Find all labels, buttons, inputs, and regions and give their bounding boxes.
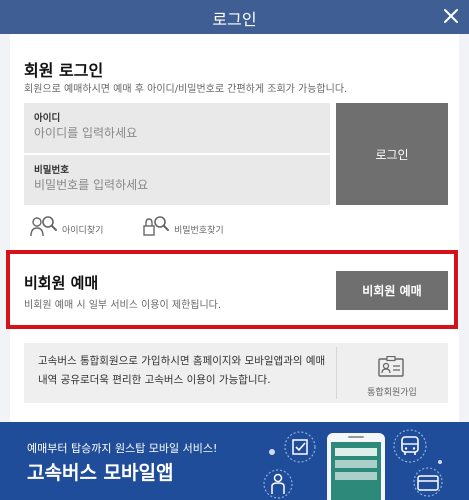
password-field-label: 비밀번호 — [34, 165, 69, 176]
guest-booking-description: 비회원 예매 시 일부 서비스 이용이 제한됩니다. — [24, 300, 222, 311]
id-field[interactable]: 아이디 — [24, 103, 330, 153]
id-card-icon — [378, 356, 404, 377]
id-input[interactable] — [34, 126, 314, 140]
close-icon[interactable] — [443, 8, 459, 24]
checkbox-icon — [292, 439, 308, 455]
card-icon — [417, 475, 439, 491]
find-password-label: 비밀번호찾기 — [174, 225, 224, 236]
phone-icon — [327, 433, 385, 500]
integrated-join-label: 통합회원가입 — [367, 388, 417, 398]
window-title: 로그인 — [212, 10, 257, 29]
login-button[interactable]: 로그인 — [336, 103, 448, 205]
titlebar: 로그인 — [0, 0, 469, 34]
integrated-join-button[interactable]: 통합회원가입 — [338, 355, 446, 399]
membership-description: 고속버스 통합회원으로 가입하시면 홈페이지와 모바일앱과의 예매내역 공유로더… — [38, 355, 326, 386]
password-input[interactable] — [34, 178, 314, 192]
guest-booking-button[interactable]: 비회원 예매 — [336, 271, 448, 310]
banner-subtitle: 예매부터 탑승까지 원스탑 모바일 서비스! — [27, 442, 218, 455]
member-login-title: 회원 로그인 — [24, 61, 104, 80]
login-modal: 로그인 회원 로그인 회원으로 예매하시면 예매 후 아이디/비밀번호로 간편하… — [0, 0, 469, 500]
find-password-link[interactable]: 비밀번호찾기 — [142, 214, 224, 238]
person-icon — [271, 473, 285, 494]
guest-booking-title: 비회원 예매 — [24, 274, 99, 292]
find-id-link[interactable]: 아이디찾기 — [30, 214, 103, 238]
find-id-icon — [30, 216, 57, 237]
membership-divider — [336, 347, 337, 399]
password-field[interactable]: 비밀번호 — [24, 155, 330, 205]
bus-icon — [401, 436, 419, 455]
find-pw-icon — [143, 216, 169, 236]
member-login-description: 회원으로 예매하시면 예매 후 아이디/비밀번호로 간편하게 조회가 가능합니다… — [24, 84, 348, 95]
banner-title: 고속버스 모바일앱 — [27, 462, 174, 484]
find-id-label: 아이디찾기 — [62, 225, 104, 236]
id-field-label: 아이디 — [34, 113, 61, 124]
